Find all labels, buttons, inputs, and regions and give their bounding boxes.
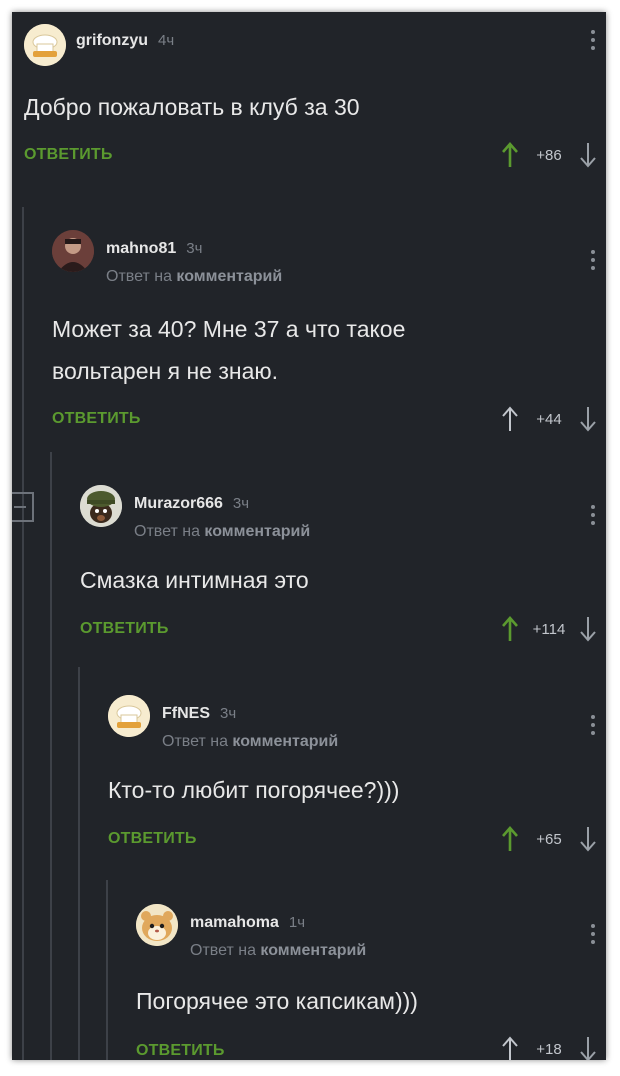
score: +44 bbox=[536, 410, 562, 428]
more-options-icon[interactable] bbox=[590, 30, 596, 54]
comment-text: Смазка интимная это bbox=[80, 567, 309, 593]
vote-controls: +86 bbox=[500, 140, 598, 170]
comment: mamahoma 1ч Ответ на комментарий Погоряче… bbox=[12, 888, 606, 1060]
upvote-arrow-icon[interactable] bbox=[500, 825, 520, 853]
comment-text: Погорячее это капсикам))) bbox=[136, 988, 418, 1014]
upvote-arrow-icon[interactable] bbox=[500, 1035, 520, 1060]
reply-to-comment-link[interactable]: Ответ на комментарий bbox=[134, 523, 310, 541]
score: +114 bbox=[532, 620, 566, 638]
comment: grifonzyu 4ч Добро пожаловать в клуб за 3… bbox=[12, 12, 606, 202]
comment-time: 4ч bbox=[158, 32, 175, 49]
username[interactable]: mamahoma 1ч bbox=[190, 914, 305, 932]
more-options-icon[interactable] bbox=[590, 715, 596, 739]
downvote-arrow-icon[interactable] bbox=[578, 405, 598, 433]
downvote-arrow-icon[interactable] bbox=[578, 615, 598, 643]
downvote-arrow-icon[interactable] bbox=[578, 141, 598, 169]
comment-text: Добро пожаловать в клуб за 30 bbox=[24, 94, 360, 120]
more-options-icon[interactable] bbox=[590, 505, 596, 529]
comments-panel: grifonzyu 4ч Добро пожаловать в клуб за 3… bbox=[12, 12, 606, 1060]
comment: Murazor666 3ч Ответ на комментарий Смазка… bbox=[12, 467, 606, 667]
comment-time: 3ч bbox=[220, 705, 237, 722]
reply-to-comment-link[interactable]: Ответ на комментарий bbox=[190, 942, 366, 960]
vote-controls: +18 bbox=[500, 1034, 598, 1060]
vote-controls: +65 bbox=[500, 824, 598, 854]
downvote-arrow-icon[interactable] bbox=[578, 1035, 598, 1060]
user-photo-avatar-icon[interactable] bbox=[52, 230, 94, 272]
hamster-avatar-icon[interactable] bbox=[136, 904, 178, 946]
reply-button[interactable]: ОТВЕТИТЬ bbox=[80, 620, 169, 638]
vote-controls: +44 bbox=[500, 404, 598, 434]
username[interactable]: grifonzyu 4ч bbox=[76, 32, 174, 50]
reply-button[interactable]: ОТВЕТИТЬ bbox=[136, 1042, 225, 1060]
reply-to-comment-link[interactable]: Ответ на комментарий bbox=[162, 733, 338, 751]
upvote-arrow-icon[interactable] bbox=[500, 141, 520, 169]
comment-time: 3ч bbox=[186, 240, 203, 257]
score: +86 bbox=[536, 146, 562, 164]
comment-time: 1ч bbox=[288, 914, 306, 931]
chef-hat-avatar-icon[interactable] bbox=[108, 695, 150, 737]
downvote-arrow-icon[interactable] bbox=[578, 825, 598, 853]
upvote-arrow-icon[interactable] bbox=[500, 615, 520, 643]
comment-text: Кто-то любит погорячее?))) bbox=[108, 777, 400, 803]
reply-button[interactable]: ОТВЕТИТЬ bbox=[52, 410, 141, 428]
score: +18 bbox=[536, 1040, 562, 1058]
username[interactable]: Murazor666 3ч bbox=[134, 495, 249, 513]
comment: mahno81 3ч Ответ на комментарий Может за … bbox=[12, 212, 606, 452]
reply-button[interactable]: ОТВЕТИТЬ bbox=[108, 830, 197, 848]
score: +65 bbox=[536, 830, 562, 848]
username[interactable]: FfNES 3ч bbox=[162, 705, 236, 723]
upvote-arrow-icon[interactable] bbox=[500, 405, 520, 433]
vote-controls: +114 bbox=[500, 614, 598, 644]
soldier-dog-avatar-icon[interactable] bbox=[80, 485, 122, 527]
comment-text: Может за 40? Мне 37 а что такое вольтаре… bbox=[52, 316, 406, 384]
comment-time: 3ч bbox=[232, 495, 250, 512]
reply-button[interactable]: ОТВЕТИТЬ bbox=[24, 146, 113, 164]
more-options-icon[interactable] bbox=[590, 924, 596, 948]
comment: FfNES 3ч Ответ на комментарий Кто-то люби… bbox=[12, 677, 606, 877]
more-options-icon[interactable] bbox=[590, 250, 596, 274]
chef-hat-avatar-icon[interactable] bbox=[24, 24, 66, 66]
username[interactable]: mahno81 3ч bbox=[106, 240, 202, 258]
reply-to-comment-link[interactable]: Ответ на комментарий bbox=[106, 268, 282, 286]
